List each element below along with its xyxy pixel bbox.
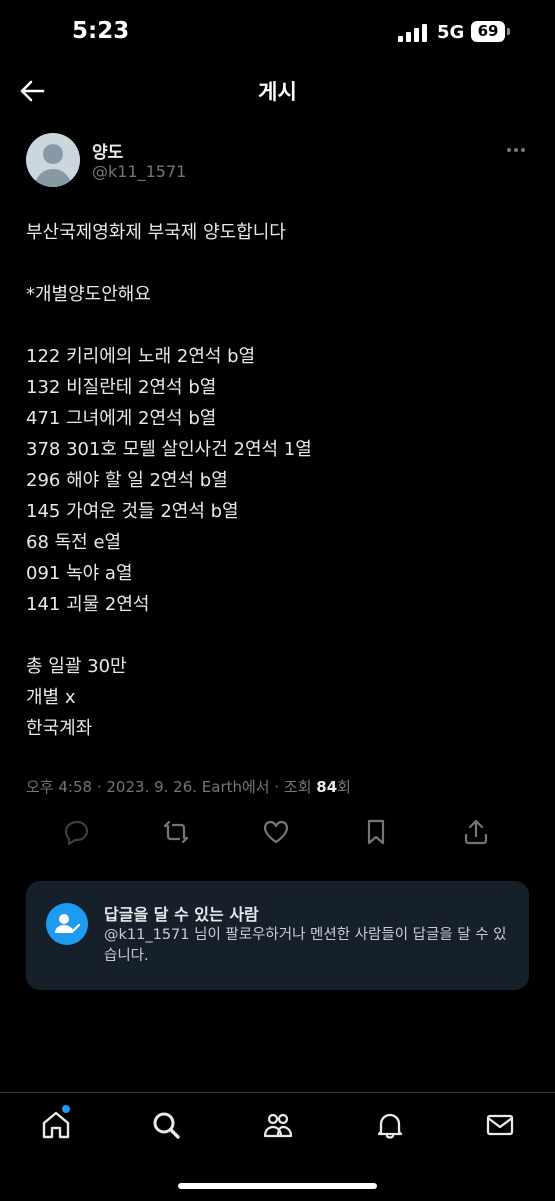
post-line: 296 해야 할 일 2연석 b열 [26, 470, 228, 491]
battery-icon: 69 [471, 21, 505, 42]
post-line: 개별 x [26, 687, 76, 708]
post-line: 부산국제영화제 부국제 양도합니다 [26, 222, 286, 243]
post-text: 부산국제영화제 부국제 양도합니다 *개별양도안해요 122 키리에의 노래 2… [26, 217, 531, 744]
view-count[interactable]: 84 [316, 778, 337, 796]
status-bar: 5:23 5G 69 [0, 0, 555, 66]
post-line: 091 녹야 a열 [26, 563, 133, 584]
post-timestamp: 오후 4:58 · 2023. 9. 26. Earth에서 · 조회 [26, 778, 317, 796]
bookmark-icon[interactable] [362, 818, 390, 846]
signal-icon [398, 24, 427, 42]
notification-dot [62, 1105, 70, 1113]
post-line-gap [26, 620, 531, 651]
top-header: 게시 [0, 66, 555, 116]
reply-settings-card: 답글을 달 수 있는 사람 @k11_1571 님이 팔로우하거나 멘션한 사람… [26, 881, 529, 990]
page-title: 게시 [258, 80, 297, 104]
post-line-gap [26, 248, 531, 279]
post-line: 68 독전 e열 [26, 532, 122, 553]
reply-permission-icon [46, 903, 88, 945]
home-indicator [178, 1183, 377, 1189]
post-line: *개별양도안해요 [26, 284, 151, 305]
share-icon[interactable] [462, 818, 490, 846]
author-display-name[interactable]: 양도 [92, 138, 123, 163]
post-line: 132 비질란테 2연석 b열 [26, 377, 217, 398]
status-time: 5:23 [72, 18, 130, 44]
post-line: 122 키리에의 노래 2연석 b열 [26, 346, 256, 367]
reply-icon[interactable] [63, 818, 91, 846]
post-line: 한국계좌 [26, 718, 93, 739]
post-line: 471 그녀에게 2연석 b열 [26, 408, 217, 429]
post-meta: 오후 4:58 · 2023. 9. 26. Earth에서 · 조회 84회 [26, 776, 351, 797]
network-type: 5G [437, 22, 465, 43]
avatar[interactable] [26, 133, 80, 187]
battery-tip [507, 28, 510, 35]
post-actions [0, 812, 555, 852]
like-icon[interactable] [262, 818, 290, 846]
post-line-gap [26, 310, 531, 341]
search-icon[interactable] [150, 1109, 182, 1141]
reply-settings-description: @k11_1571 님이 팔로우하거나 멘션한 사람들이 답글을 달 수 있습니… [104, 927, 507, 964]
retweet-icon[interactable] [162, 818, 190, 846]
post-line: 141 괴물 2연석 [26, 594, 150, 615]
default-avatar-icon [34, 144, 72, 187]
communities-icon[interactable] [262, 1109, 294, 1141]
home-icon[interactable] [40, 1109, 72, 1141]
post-line: 145 가여운 것들 2연석 b열 [26, 501, 239, 522]
notifications-bell-icon[interactable] [374, 1109, 406, 1141]
reply-settings-title: 답글을 달 수 있는 사람 [104, 905, 259, 924]
post-line: 378 301호 모텔 살인사건 2연석 1열 [26, 439, 312, 460]
post-line: 총 일괄 30만 [26, 656, 127, 677]
more-options-icon[interactable] [506, 147, 526, 153]
author-handle[interactable]: @k11_1571 [92, 162, 186, 181]
view-count-suffix: 회 [337, 778, 351, 796]
messages-mail-icon[interactable] [484, 1109, 516, 1141]
